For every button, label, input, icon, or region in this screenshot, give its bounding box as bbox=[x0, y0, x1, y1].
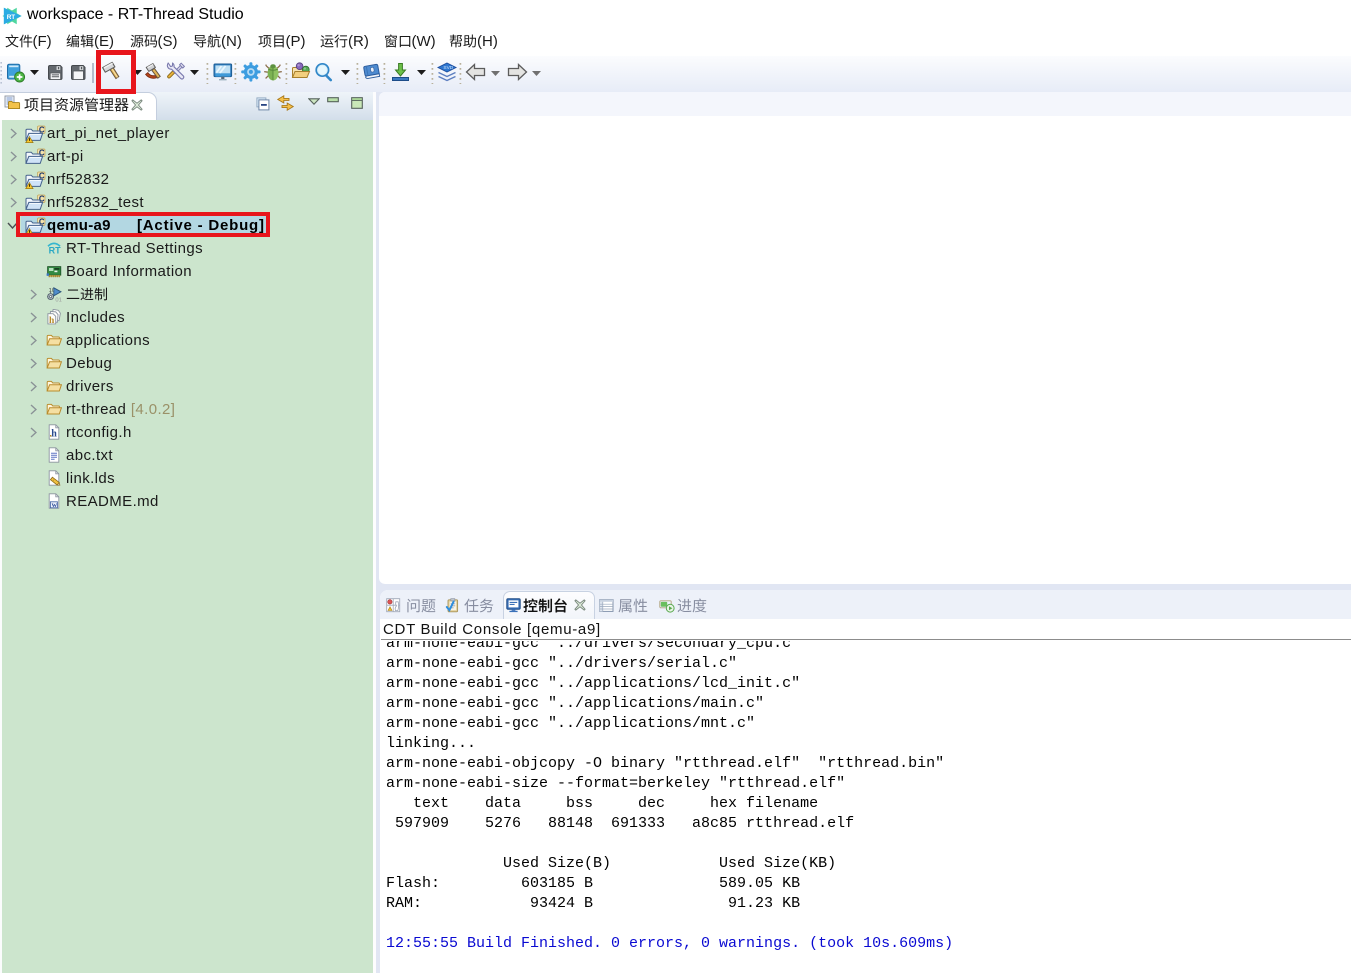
svg-text:h: h bbox=[49, 316, 55, 325]
svg-text:h: h bbox=[51, 429, 57, 440]
svg-text:01: 01 bbox=[55, 298, 61, 302]
svg-text:RT: RT bbox=[49, 246, 61, 256]
svg-text:w: w bbox=[52, 500, 58, 509]
svg-text:SVD: SVD bbox=[443, 65, 453, 71]
svg-text:RT: RT bbox=[7, 14, 16, 21]
